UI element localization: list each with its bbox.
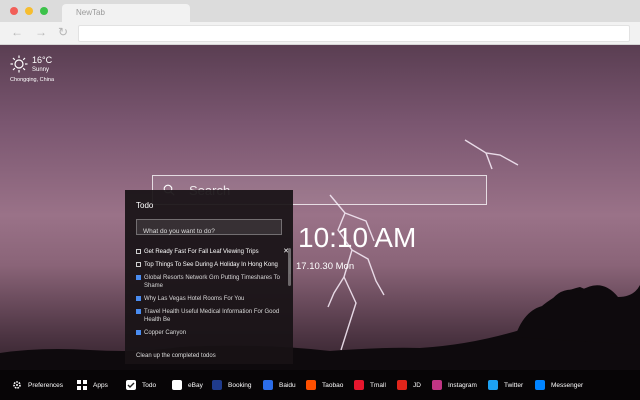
todo-input[interactable] <box>137 224 281 239</box>
bottom-bar-item-instagram[interactable]: Instagram <box>432 379 477 391</box>
clear-completed-button[interactable]: Clean up the completed todos <box>136 353 216 359</box>
gear-icon <box>12 380 22 390</box>
todo-checkbox[interactable] <box>136 249 141 254</box>
back-button[interactable]: ← <box>10 25 24 39</box>
bottom-bar-item-tmall[interactable]: Tmall <box>354 379 386 391</box>
messenger-icon <box>535 380 545 390</box>
bottom-bar: Preferences Apps Todo eBay Booking Baidu Taoba… <box>0 370 640 400</box>
todo-checkbox[interactable] <box>136 274 141 280</box>
bottom-bar-item-baidu[interactable]: Baidu <box>263 379 296 391</box>
clock-date: 17.10.30 Mon <box>296 261 355 272</box>
taobao-icon <box>306 380 316 390</box>
todo-item[interactable]: Copper Canyon <box>136 329 286 337</box>
sun-icon <box>10 55 28 73</box>
browser-navbar: ← → ↻ <box>0 22 640 45</box>
todo-item[interactable]: Travel Health Useful Medical Information… <box>136 308 286 325</box>
address-bar[interactable] <box>78 25 630 42</box>
bottom-bar-label: Baidu <box>279 381 296 389</box>
bottom-bar-item-twitter[interactable]: Twitter <box>488 379 523 391</box>
baidu-icon <box>263 380 273 390</box>
todo-item[interactable]: Top Things To See During A Holiday In Ho… <box>136 261 286 269</box>
bottom-bar-label: Tmall <box>370 381 386 389</box>
bottom-bar-label: Twitter <box>504 381 524 389</box>
instagram-icon <box>432 380 442 390</box>
todo-checkbox[interactable] <box>136 330 141 336</box>
todo-scrollbar[interactable] <box>288 248 291 286</box>
weather-temperature: 16°C <box>32 55 53 65</box>
weather-condition: Sunny <box>32 67 50 73</box>
tab-title: NewTab <box>76 8 105 17</box>
jd-icon <box>397 380 407 390</box>
todo-list: Get Ready Fast For Fall Leaf Viewing Tri… <box>136 248 289 342</box>
bottom-bar-item-booking[interactable]: Booking <box>212 379 252 391</box>
twitter-icon <box>488 380 498 390</box>
bottom-bar-label: Booking <box>228 381 252 389</box>
todo-title: Todo <box>136 201 154 210</box>
bottom-bar-item-apps[interactable]: Apps <box>77 379 108 391</box>
close-window-button[interactable] <box>10 7 18 15</box>
bottom-bar-item-preferences[interactable]: Preferences <box>12 379 63 391</box>
todo-item-text: Travel Health Useful Medical Information… <box>144 308 280 324</box>
todo-checkbox[interactable] <box>136 261 141 267</box>
todo-input-wrapper <box>136 219 282 239</box>
todo-item[interactable]: Get Ready Fast For Fall Leaf Viewing Tri… <box>136 248 289 256</box>
bottom-bar-label: Todo <box>142 381 157 389</box>
todo-item-text: Why Las Vegas Hotel Rooms For You <box>144 295 245 302</box>
clock-time: 10:10 AM <box>298 222 417 253</box>
browser-tab[interactable]: NewTab <box>62 4 190 22</box>
bottom-bar-label: Messenger <box>551 381 584 389</box>
bottom-bar-label: Taobao <box>322 381 344 389</box>
tmall-icon <box>354 380 364 390</box>
todo-item-text: Copper Canyon <box>144 330 187 337</box>
bottom-bar-label: JD <box>413 381 421 389</box>
bottom-bar-item-ebay[interactable]: eBay <box>172 379 203 391</box>
todo-item-text: Global Resorts Network Grn Putting Times… <box>144 274 280 290</box>
bottom-bar-item-jd[interactable]: JD <box>397 379 421 391</box>
todo-item-text: Top Things To See During A Holiday In Ho… <box>144 261 278 268</box>
todo-item[interactable]: Why Las Vegas Hotel Rooms For You <box>136 295 286 303</box>
maximize-window-button[interactable] <box>40 7 48 15</box>
reload-button[interactable]: ↻ <box>56 25 70 39</box>
weather-location: Chongqing, China <box>10 77 55 83</box>
booking-icon <box>212 380 222 390</box>
todo-panel: Todo Get Ready Fast For Fall Leaf Viewin… <box>125 190 293 364</box>
todo-item[interactable]: Global Resorts Network Grn Putting Times… <box>136 274 286 291</box>
bottom-bar-item-messenger[interactable]: Messenger <box>535 379 583 391</box>
checkbox-icon <box>126 380 136 390</box>
bottom-bar-label: Preferences <box>28 381 64 389</box>
grid-icon <box>77 380 87 390</box>
browser-titlebar: NewTab <box>0 0 640 22</box>
bottom-bar-label: Apps <box>93 381 108 389</box>
todo-item-text: Get Ready Fast For Fall Leaf Viewing Tri… <box>144 249 259 255</box>
forward-button[interactable]: → <box>34 25 48 39</box>
bottom-bar-item-taobao[interactable]: Taobao <box>306 379 343 391</box>
minimize-window-button[interactable] <box>25 7 33 15</box>
bottom-bar-item-todo[interactable]: Todo <box>126 379 156 391</box>
ebay-icon <box>172 380 182 390</box>
bottom-bar-label: Instagram <box>448 381 477 389</box>
todo-checkbox[interactable] <box>136 295 141 301</box>
todo-checkbox[interactable] <box>136 308 141 314</box>
bottom-bar-label: eBay <box>188 381 203 389</box>
